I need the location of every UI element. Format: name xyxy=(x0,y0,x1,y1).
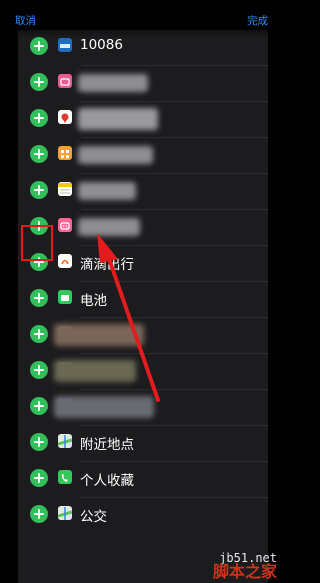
annotation-arrow xyxy=(97,233,160,402)
watermark: jb51.net 脚本之家 xyxy=(213,552,277,581)
watermark-name: 脚本之家 xyxy=(212,562,277,582)
